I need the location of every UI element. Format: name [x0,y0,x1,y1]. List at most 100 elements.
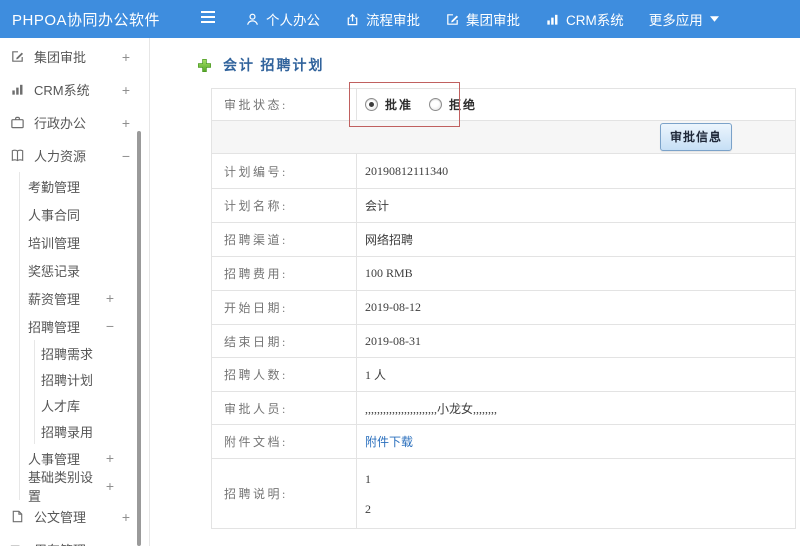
expand-icon[interactable]: + [122,510,130,524]
user-icon [245,12,260,27]
nav-item[interactable]: 更多应用 [649,9,719,29]
sidebar-item[interactable]: 培训管理 [20,228,149,256]
nav-item[interactable]: CRM系统 [545,9,624,29]
sidebar-item-label: 行政办公 [34,116,87,131]
caret-down-icon [709,16,719,22]
expand-icon[interactable]: + [106,291,114,305]
sidebar-item-label: 培训管理 [28,235,81,251]
sidebar: 集团审批 + CRM系统 + 行政办公 + 人力资源 − 考勤管理人事合同培训管理奖惩记录薪资管… [0,38,150,546]
approval-info-button[interactable]: 审批信息 [659,123,732,151]
sidebar-item[interactable]: 行政办公 + [0,106,149,139]
sidebar-item[interactable]: 奖惩记录 [20,256,149,284]
expand-icon[interactable]: + [122,50,130,64]
field-value: ,,,,,,,,,,,,,,,,,,,,,,,,小龙女,,,,,,,, [365,401,498,416]
bar-chart-icon [10,82,25,97]
radio-approve[interactable] [365,98,378,111]
sidebar-item[interactable]: 招聘计划 [35,366,149,392]
field-value: 会计 [365,199,390,213]
nav-item[interactable]: 流程审批 [345,9,420,29]
hamburger-icon [199,10,217,29]
sidebar-subsubmenu: 招聘需求招聘计划人才库招聘录用 [34,340,149,444]
sidebar-item-label: CRM系统 [34,83,90,98]
sidebar-item-label: 招聘录用 [41,424,94,440]
sidebar-item[interactable]: 招聘管理 − [20,312,149,340]
sidebar-item-label: 招聘计划 [41,372,94,388]
sidebar-item[interactable]: 公文管理 + [0,500,149,533]
sidebar-item[interactable]: 考勤管理 [20,172,149,200]
collapse-icon[interactable]: − [122,149,130,163]
expand-icon[interactable]: + [106,451,114,465]
field-value-line: 2 [365,501,371,516]
expand-icon[interactable]: + [122,543,130,546]
field-value: 2019-08-31 [365,333,421,348]
field-label: 招聘费用: [212,257,357,290]
table-row: 招聘费用: 100 RMB [212,257,795,291]
field-label: 计划名称: [212,189,357,222]
field-value: 100 RMB [365,266,413,280]
nav-item[interactable]: 集团审批 [445,9,520,29]
sidebar-item-label: 奖惩记录 [28,263,81,279]
field-label: 附件文档: [212,425,357,458]
bar-chart-icon [545,12,560,27]
sidebar-item[interactable]: CRM系统 + [0,73,149,106]
sidebar-item[interactable]: 薪资管理 + [20,284,149,312]
sidebar-item[interactable]: 人事合同 [20,200,149,228]
topbar-menu: 个人办公 流程审批 集团审批 CRM系统 更多应用 [245,0,744,38]
detail-table: 审批状态: 批准 拒绝 审批信息 计划编号: 20190812111340 计划名称:… [211,88,796,529]
sidebar-item[interactable]: 基础类别设置 + [20,470,149,504]
add-icon [197,58,212,73]
flow-icon [345,12,360,27]
edit-square-icon [10,49,25,64]
table-row: 计划名称: 会计 [212,189,795,223]
field-label: 招聘人数: [212,358,357,391]
expand-icon[interactable]: + [106,479,114,493]
nav-item[interactable]: 个人办公 [245,9,320,29]
expand-icon[interactable]: + [122,116,130,130]
field-value: 网络招聘 [365,233,414,247]
field-label: 审批人员: [212,392,357,424]
sidebar-menu: 集团审批 + CRM系统 + 行政办公 + 人力资源 − 考勤管理人事合同培训管理奖惩记录薪资管… [0,38,149,546]
attachment-download-link[interactable]: 附件下载 [365,433,413,450]
field-label: 招聘说明: [212,459,357,528]
field-value: 1 人 [365,368,387,382]
page-header: 会计 招聘计划 [197,55,325,75]
expand-icon[interactable]: + [122,83,130,97]
nav-item-label: 更多应用 [648,13,703,28]
sidebar-item-label: 人事合同 [28,207,81,223]
table-row: 招聘渠道: 网络招聘 [212,223,795,257]
field-value-line: 1 [365,471,371,486]
sidebar-item-label: 考勤管理 [28,179,81,195]
edit-icon [445,12,460,27]
truck-icon [10,542,25,546]
table-row: 招聘人数: 1 人 [212,358,795,392]
field-value: 2019-08-12 [365,300,421,314]
sidebar-item[interactable]: 招聘录用 [35,418,149,444]
collapse-icon[interactable]: − [106,319,114,333]
sidebar-scrollbar[interactable] [137,131,141,546]
nav-item-label: 个人办公 [266,13,320,28]
sidebar-item[interactable]: 招聘需求 [35,340,149,366]
field-label: 审批状态: [212,89,357,120]
sidebar-item[interactable]: 人力资源 − [0,139,149,172]
briefcase-icon [10,115,25,130]
field-label: 招聘渠道: [212,223,357,256]
sidebar-item-label: 薪资管理 [28,291,81,307]
nav-item-label: CRM系统 [566,13,624,28]
page-title: 会计 招聘计划 [223,59,325,74]
sidebar-item[interactable]: 人才库 [35,392,149,418]
field-value: 20190812111340 [365,163,449,178]
app-title: PHPOA协同办公软件 [12,11,161,29]
approval-radio-group: 批准 拒绝 [357,89,795,120]
table-row: 开始日期: 2019-08-12 [212,291,795,325]
book-icon [10,148,25,163]
sidebar-item[interactable]: 集团审批 + [0,40,149,73]
table-row: 招聘说明: 1 2 [212,459,795,529]
doc-icon [10,509,25,524]
approval-button-row: 审批信息 [212,121,795,154]
field-value: 附件下载 [357,425,795,458]
radio-reject[interactable] [429,98,443,111]
sidebar-item[interactable]: 用车管理 + [0,533,149,546]
menu-toggle-button[interactable] [199,0,217,38]
sidebar-item-label: 用车管理 [34,540,86,546]
approval-status-row: 审批状态: 批准 拒绝 [212,89,795,121]
